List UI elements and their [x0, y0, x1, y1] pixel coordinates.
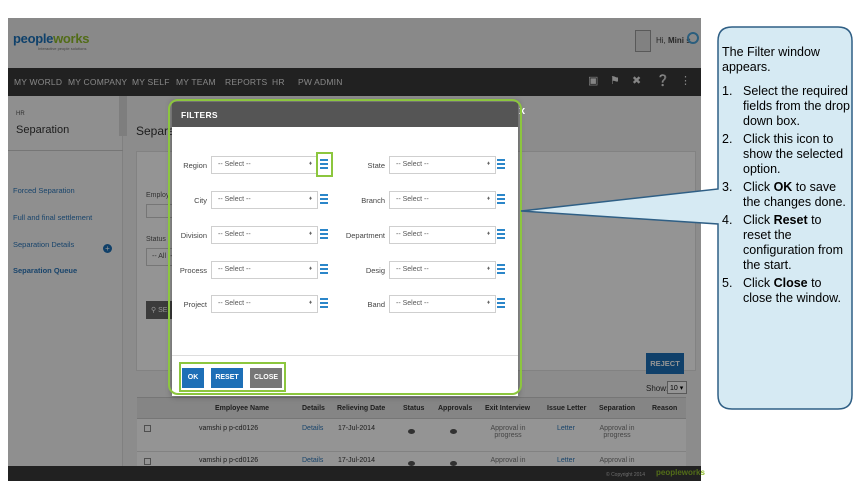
step-number: 3. [722, 180, 733, 194]
callout-step: 5. Click Close to close the window. [722, 276, 850, 306]
callout-steps: 1. Select the required fields from the dr… [722, 84, 850, 306]
callout-intro: The Filter window appears. [722, 45, 820, 74]
step-text: Reset [773, 213, 808, 227]
step-text: Click [743, 213, 774, 227]
step-text: Select the required fields from the drop… [743, 84, 850, 128]
callout-step: 3. Click OK to save the changes done. [722, 180, 850, 210]
step-number: 5. [722, 276, 733, 290]
step-number: 2. [722, 132, 733, 146]
step-number: 1. [722, 84, 733, 98]
step-text: Click [743, 180, 774, 194]
step-text: Click [743, 276, 774, 290]
callout-step: 2. Click this icon to show the selected o… [722, 132, 850, 177]
step-text: Click this icon to show the selected opt… [743, 132, 844, 176]
callout-step: 4. Click Reset to reset the configuration… [722, 213, 850, 273]
step-text: OK [773, 180, 793, 194]
callout-text: The Filter window appears. 1. Select the … [722, 45, 850, 309]
step-text: Close [773, 276, 808, 290]
step-number: 4. [722, 213, 733, 227]
callout-step: 1. Select the required fields from the dr… [722, 84, 850, 129]
